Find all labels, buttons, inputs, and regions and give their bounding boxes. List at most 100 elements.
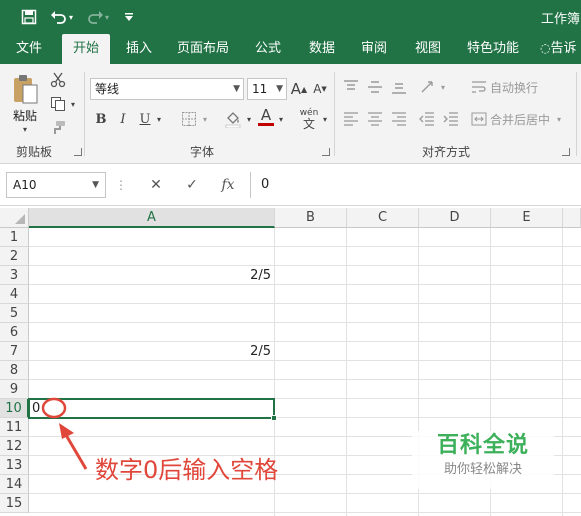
cell-a3[interactable]: 2/5 (30, 266, 274, 285)
cut-icon[interactable] (48, 70, 68, 90)
format-painter-icon[interactable] (48, 118, 68, 138)
tab-special[interactable]: 特色功能 (460, 34, 526, 64)
cell-a7[interactable]: 2/5 (30, 342, 274, 361)
name-box[interactable]: A10 ▼ (6, 172, 106, 198)
fill-color-icon[interactable] (222, 108, 244, 130)
font-color-dropdown-icon[interactable]: ▾ (276, 112, 286, 126)
row-header[interactable]: 1 (0, 228, 29, 247)
bold-button[interactable]: B (92, 108, 110, 130)
paste-icon[interactable] (10, 72, 40, 106)
paste-button[interactable]: 粘贴 (10, 106, 40, 124)
undo-dropdown-icon[interactable]: ▾ (66, 6, 76, 28)
font-name-combo[interactable]: 等线 ▼ (90, 78, 244, 100)
column-header-c[interactable]: C (347, 208, 419, 228)
column-header-d[interactable]: D (419, 208, 491, 228)
merge-center-button[interactable]: 合并后居中 (490, 108, 552, 130)
insert-function-icon[interactable]: fx (214, 172, 242, 198)
row-header[interactable]: 8 (0, 361, 29, 380)
tab-data[interactable]: 数据 (300, 34, 344, 64)
copy-dropdown-icon[interactable]: ▾ (68, 96, 78, 112)
font-size-value: 11 (252, 82, 268, 96)
tab-formulas[interactable]: 公式 (246, 34, 290, 64)
decrease-indent-icon[interactable] (416, 108, 438, 130)
column-header-b[interactable]: B (275, 208, 347, 228)
worksheet-grid[interactable]: A B C D E 1 2 3 4 5 6 7 8 9 10 11 12 13 … (0, 208, 581, 516)
copy-icon[interactable] (48, 94, 68, 114)
row-header[interactable]: 11 (0, 418, 29, 437)
align-right-icon[interactable] (388, 108, 410, 130)
orientation-icon[interactable] (416, 76, 440, 98)
redo-dropdown-icon[interactable]: ▾ (102, 6, 112, 28)
underline-dropdown-icon[interactable]: ▾ (154, 112, 164, 126)
phonetic-guide-button[interactable]: wén 文 (298, 106, 320, 132)
select-all-corner[interactable] (0, 208, 29, 228)
align-center-icon[interactable] (364, 108, 386, 130)
fill-color-dropdown-icon[interactable]: ▾ (244, 112, 254, 126)
gridline (29, 512, 581, 513)
tab-page-layout[interactable]: 页面布局 (170, 34, 236, 64)
merge-center-icon[interactable] (470, 108, 488, 130)
watermark-title: 百科全说 (436, 433, 529, 458)
tab-home[interactable]: 开始 (62, 34, 110, 64)
italic-button[interactable]: I (114, 108, 132, 130)
merge-dropdown-icon[interactable]: ▾ (554, 112, 564, 126)
tab-file[interactable]: 文件 (6, 34, 52, 64)
chevron-down-icon: ▼ (233, 84, 240, 94)
enter-icon[interactable]: ✓ (178, 172, 206, 198)
wrap-text-icon[interactable] (470, 76, 488, 98)
increase-font-size-button[interactable]: A ▲ (290, 78, 308, 100)
alignment-launcher-icon[interactable] (562, 148, 570, 156)
row-header[interactable]: 7 (0, 342, 29, 361)
save-icon[interactable] (18, 6, 40, 28)
row-header-selected[interactable]: 10 (0, 399, 29, 418)
decrease-font-size-button[interactable]: A ▼ (311, 78, 329, 100)
customize-qat-icon[interactable] (118, 6, 140, 28)
formula-bar: A10 ▼ ⋮ ✕ ✓ fx 0 (0, 164, 581, 206)
font-launcher-icon[interactable] (322, 148, 330, 156)
row-header[interactable]: 14 (0, 475, 29, 494)
formula-input[interactable]: 0 (250, 172, 581, 198)
chevron-down-icon: ▼ (92, 180, 99, 190)
row-header[interactable]: 6 (0, 323, 29, 342)
paste-dropdown-icon[interactable]: ▾ (18, 124, 32, 134)
column-header-a[interactable]: A (29, 208, 275, 228)
fill-handle[interactable] (271, 415, 277, 421)
font-color-button[interactable]: A (256, 106, 276, 128)
lightbulb-icon: ◌ (540, 41, 551, 55)
borders-dropdown-icon[interactable]: ▾ (200, 112, 210, 126)
column-header-f[interactable] (563, 208, 581, 228)
borders-icon[interactable] (178, 108, 200, 130)
align-left-icon[interactable] (340, 108, 362, 130)
phonetic-dropdown-icon[interactable]: ▾ (320, 112, 330, 126)
window-title: 工作簿 (541, 12, 581, 27)
row-header[interactable]: 3 (0, 266, 29, 285)
increase-indent-icon[interactable] (440, 108, 462, 130)
clipboard-launcher-icon[interactable] (74, 148, 82, 156)
font-color-bar (258, 123, 274, 126)
row-header[interactable]: 2 (0, 247, 29, 266)
row-header[interactable]: 9 (0, 380, 29, 399)
align-middle-icon[interactable] (364, 76, 386, 98)
cancel-icon[interactable]: ✕ (142, 172, 170, 198)
column-header-e[interactable]: E (491, 208, 563, 228)
watermark: 百科全说 助你轻松解决 (412, 431, 554, 489)
tab-tell-me[interactable]: ◌告诉 (540, 34, 581, 64)
group-divider (84, 72, 85, 156)
row-header[interactable]: 12 (0, 437, 29, 456)
tab-view[interactable]: 视图 (406, 34, 450, 64)
gridline (29, 246, 581, 247)
underline-button[interactable]: U (136, 108, 154, 130)
align-top-icon[interactable] (340, 76, 362, 98)
row-header[interactable]: 5 (0, 304, 29, 323)
align-bottom-icon[interactable] (388, 76, 410, 98)
gridline (29, 322, 581, 323)
font-size-combo[interactable]: 11 ▼ (247, 78, 287, 100)
row-header[interactable]: 13 (0, 456, 29, 475)
tab-insert[interactable]: 插入 (116, 34, 162, 64)
tab-review[interactable]: 审阅 (352, 34, 396, 64)
row-header[interactable]: 4 (0, 285, 29, 304)
orientation-dropdown-icon[interactable]: ▾ (438, 80, 448, 94)
wrap-text-button[interactable]: 自动换行 (490, 76, 550, 98)
title-bar: ▾ ▾ 工作簿 (0, 0, 581, 34)
row-header[interactable]: 15 (0, 494, 29, 513)
